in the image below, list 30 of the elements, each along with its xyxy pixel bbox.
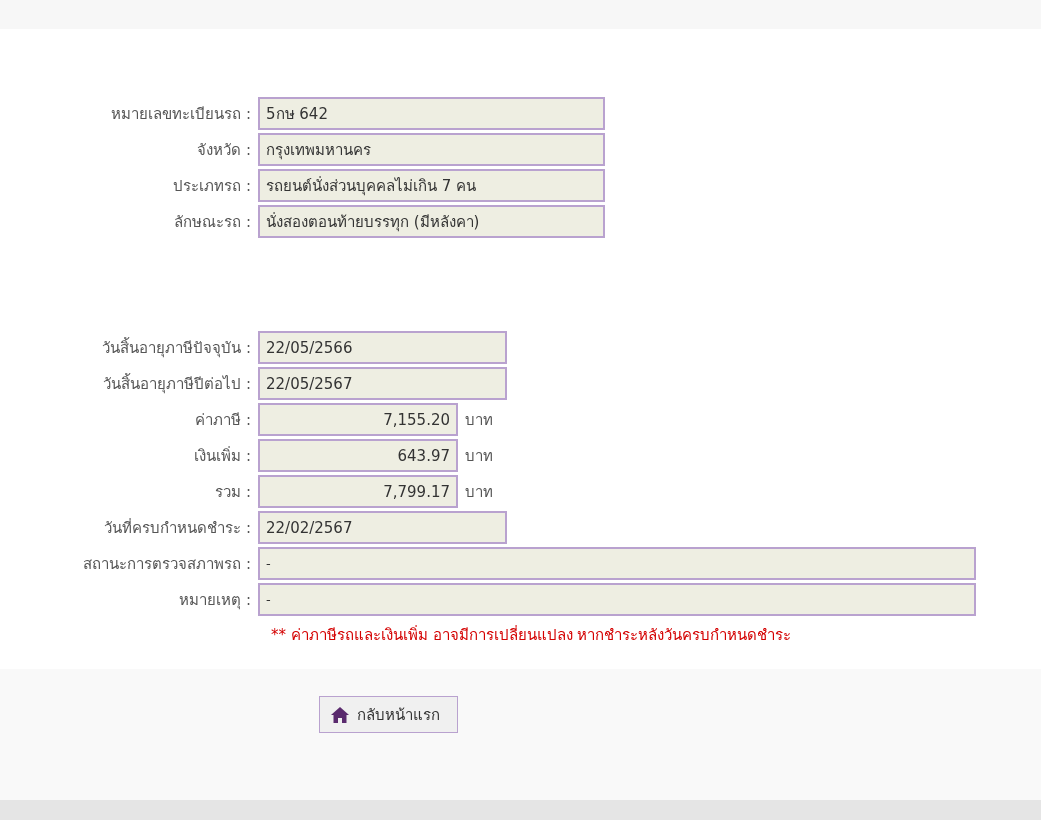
value-field: 22/05/2566 — [258, 331, 507, 364]
field-label: ค่าภาษี : — [194, 409, 252, 431]
value-field: 7,799.17 — [258, 475, 458, 508]
home-button[interactable]: กลับหน้าแรก — [319, 696, 458, 733]
value-field: - — [258, 547, 976, 580]
field-label: รวม : — [214, 481, 252, 503]
value-field: 643.97 — [258, 439, 458, 472]
field-label: ประเภทรถ : — [172, 175, 252, 197]
value-field: รถยนต์นั่งส่วนบุคคลไม่เกิน 7 คน — [258, 169, 605, 202]
unit-label: บาท — [465, 445, 493, 467]
field-label: วันสิ้นอายุภาษีปัจจุบัน : — [101, 336, 252, 360]
home-icon — [331, 706, 349, 723]
unit-label: บาท — [465, 481, 493, 503]
value-field: 5กษ 642 — [258, 97, 605, 130]
value-field: 7,155.20 — [258, 403, 458, 436]
unit-label: บาท — [465, 409, 493, 431]
value-field: 22/05/2567 — [258, 367, 507, 400]
value-field: - — [258, 583, 976, 616]
field-label: สถานะการตรวจสภาพรถ : — [82, 553, 252, 575]
value-field: นั่งสองตอนท้ายบรรทุก (มีหลังคา) — [258, 205, 605, 238]
field-label: หมายเหตุ : — [178, 589, 252, 612]
value-field: กรุงเทพมหานคร — [258, 133, 605, 166]
field-label: หมายเลขทะเบียนรถ : — [110, 103, 252, 125]
field-label: เงินเพิ่ม : — [193, 445, 252, 467]
notice-text: ** ค่าภาษีรถและเงินเพิ่ม อาจมีการเปลี่ยนแปลง หากชำระหลังวันครบกำหนดชำระ — [271, 624, 793, 646]
field-label: ลักษณะรถ : — [173, 211, 252, 233]
field-label: วันที่ครบกำหนดชำระ : — [103, 517, 252, 539]
field-label: วันสิ้นอายุภาษีปีต่อไป : — [102, 372, 252, 396]
field-label: จังหวัด : — [196, 139, 252, 161]
value-field: 22/02/2567 — [258, 511, 507, 544]
